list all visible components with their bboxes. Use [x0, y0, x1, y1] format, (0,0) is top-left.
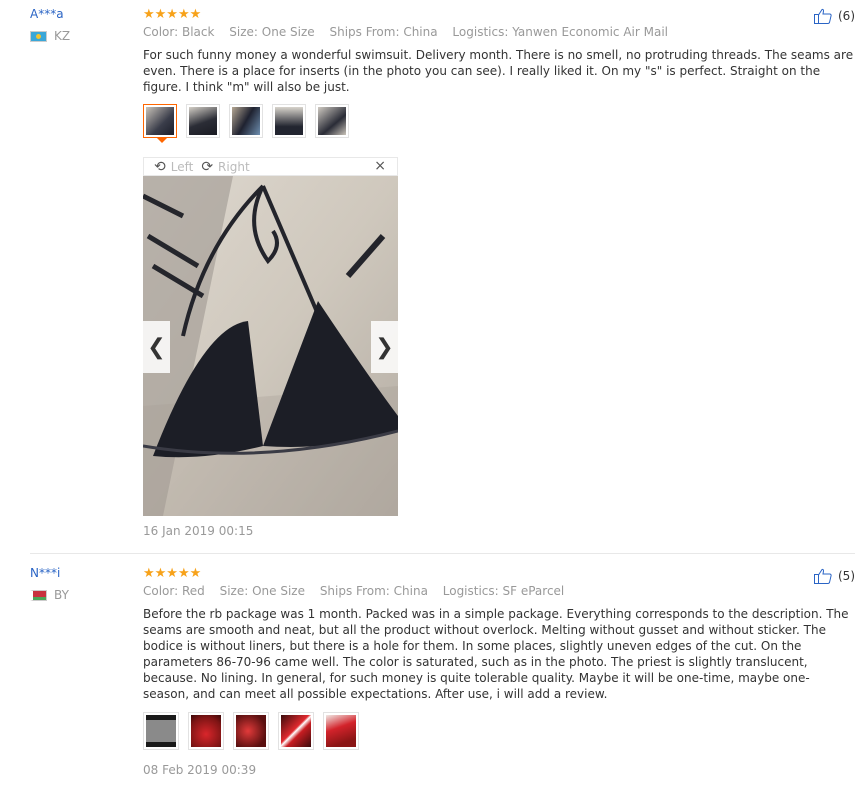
review-content: ★★★★★ Color: Black Size: One Size Ships … — [143, 7, 855, 143]
photo-thumbnail[interactable] — [272, 104, 306, 138]
review-text: Before the rb package was 1 month. Packe… — [143, 607, 849, 701]
country-code: KZ — [54, 29, 71, 43]
order-ships-from: Ships From: China — [319, 584, 428, 598]
review-photo: ❮ ❯ — [143, 176, 398, 516]
reviewer-name[interactable]: A***a — [30, 7, 70, 21]
order-details: Color: Black Size: One Size Ships From: … — [143, 25, 855, 39]
photo-thumbnails — [143, 104, 855, 143]
order-logistics: Logistics: SF eParcel — [442, 584, 565, 598]
viewer-toolbar: ⟲ Left ⟳ Right × — [143, 157, 398, 176]
photo-thumbnail[interactable] — [143, 712, 179, 750]
thumbs-up-icon — [814, 568, 832, 584]
photo-viewer: ⟲ Left ⟳ Right × ❮ ❯ 16 Jan 2019 00:15 — [143, 157, 398, 538]
rotate-right-icon: ⟳ — [201, 158, 214, 175]
thumbs-up-icon — [814, 8, 832, 24]
review-date: 08 Feb 2019 00:39 — [143, 763, 257, 777]
photo-thumbnail[interactable] — [315, 104, 349, 138]
chevron-left-icon: ❮ — [147, 334, 166, 360]
country-code: BY — [54, 588, 69, 602]
photo-thumbnail[interactable] — [323, 712, 359, 750]
previous-photo-button[interactable]: ❮ — [143, 321, 170, 373]
swimsuit-photo — [143, 176, 398, 516]
order-details: Color: Red Size: One Size Ships From: Ch… — [143, 584, 855, 598]
order-logistics: Logistics: Yanwen Economic Air Mail — [452, 25, 669, 39]
helpful-button[interactable]: (5) — [814, 568, 855, 584]
chevron-right-icon: ❯ — [375, 334, 394, 360]
close-icon[interactable]: × — [374, 158, 386, 175]
photo-thumbnail[interactable] — [233, 712, 269, 750]
star-rating: ★★★★★ — [143, 566, 202, 581]
photo-thumbnail[interactable] — [186, 104, 220, 138]
reviewer-info: N***i BY — [30, 566, 69, 602]
helpful-count: (5) — [838, 569, 855, 583]
reviewer-name[interactable]: N***i — [30, 566, 69, 580]
reviewer-country: KZ — [30, 29, 70, 43]
photo-thumbnail[interactable] — [188, 712, 224, 750]
review-content: ★★★★★ Color: Red Size: One Size Ships Fr… — [143, 566, 855, 777]
review-divider — [30, 553, 855, 554]
photo-thumbnail[interactable] — [143, 104, 177, 143]
photo-thumbnail[interactable] — [278, 712, 314, 750]
reviewer-info: A***a KZ — [30, 7, 70, 43]
next-photo-button[interactable]: ❯ — [371, 321, 398, 373]
review-date: 16 Jan 2019 00:15 — [143, 524, 254, 538]
helpful-count: (6) — [838, 9, 855, 23]
reviewer-country: BY — [30, 588, 69, 602]
star-rating: ★★★★★ — [143, 7, 202, 22]
by-flag-icon — [30, 589, 47, 601]
photo-thumbnail[interactable] — [229, 104, 263, 138]
helpful-button[interactable]: (6) — [814, 8, 855, 24]
rotate-left-button[interactable]: ⟲ Left — [154, 159, 193, 175]
rotate-right-button[interactable]: ⟳ Right — [201, 159, 249, 175]
review-text: For such funny money a wonderful swimsui… — [143, 48, 854, 94]
order-size: Size: One Size — [219, 584, 305, 598]
rotate-left-icon: ⟲ — [154, 158, 166, 175]
photo-thumbnails — [143, 712, 855, 750]
kz-flag-icon — [30, 30, 47, 42]
order-color: Color: Red — [143, 584, 205, 598]
order-ships-from: Ships From: China — [329, 25, 438, 39]
order-size: Size: One Size — [229, 25, 315, 39]
order-color: Color: Black — [143, 25, 215, 39]
